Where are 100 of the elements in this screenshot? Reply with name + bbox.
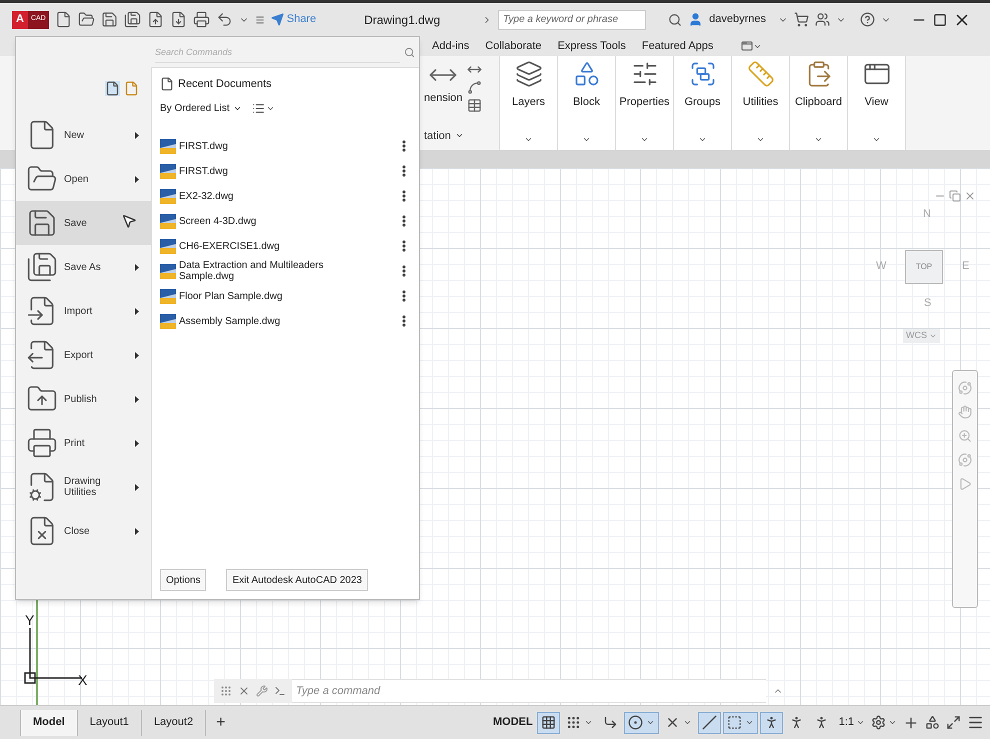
- floppy-disks-icon: [26, 251, 58, 283]
- menu-item[interactable]: Export: [16, 333, 151, 377]
- model-space-label[interactable]: MODEL: [492, 714, 533, 731]
- shapes-icon[interactable]: [572, 60, 600, 88]
- ribbon-button-label[interactable]: Utilities: [742, 94, 778, 110]
- menu-item[interactable]: Drawing Utilities: [16, 465, 151, 509]
- square-icon[interactable]: [722, 712, 758, 734]
- submenu-arrow-icon: [135, 132, 139, 138]
- caret-icon[interactable]: [698, 135, 707, 144]
- add-layout-button[interactable]: +: [205, 710, 236, 736]
- axis-label: X: [78, 671, 88, 690]
- ribbon-tab[interactable]: Express Tools: [550, 36, 634, 56]
- menu-icon[interactable]: [967, 714, 984, 731]
- menu-item[interactable]: Publish: [16, 377, 151, 421]
- panel-heading: Recent Documents: [178, 77, 272, 92]
- group-icon[interactable]: [688, 60, 716, 88]
- annotation-scale[interactable]: 1:1: [838, 714, 854, 731]
- grip-icon[interactable]: [220, 685, 232, 697]
- compass-label: S: [924, 296, 932, 311]
- customize-icon[interactable]: [254, 14, 265, 24]
- caret-icon[interactable]: [756, 135, 765, 144]
- open-documents-icon[interactable]: [124, 81, 139, 96]
- recent-file-link[interactable]: FIRST.dwg: [179, 140, 228, 152]
- submenu-arrow-icon: [135, 264, 139, 270]
- menu-item[interactable]: Close: [16, 509, 151, 553]
- ribbon-button-label[interactable]: Layers: [512, 94, 546, 110]
- menu-item[interactable]: Import: [16, 289, 151, 333]
- printer-icon[interactable]: [192, 11, 210, 28]
- search-icon[interactable]: [668, 12, 682, 26]
- ribbon-button-label[interactable]: Clipboard: [794, 94, 842, 110]
- undo-icon[interactable]: [216, 11, 233, 28]
- search-icon: [404, 46, 415, 58]
- settings-icon[interactable]: [871, 715, 886, 730]
- ribbon-tab[interactable]: Featured Apps: [634, 36, 722, 56]
- ribbon-tab[interactable]: Collaborate: [477, 36, 550, 56]
- menu-item[interactable]: Save As: [16, 245, 151, 289]
- user-name[interactable]: davebyrnes: [709, 11, 766, 28]
- recent-documents-icon[interactable]: [105, 81, 120, 96]
- table-icon[interactable]: [466, 98, 482, 113]
- folder-icon[interactable]: [78, 11, 95, 28]
- caret-icon[interactable]: [856, 718, 865, 727]
- caret-icon[interactable]: [582, 135, 591, 144]
- view-options-button[interactable]: [252, 102, 276, 114]
- ribbon-button-label[interactable]: Block: [573, 94, 600, 110]
- menu-item[interactable]: Save: [16, 201, 151, 245]
- command-input[interactable]: Type a command: [292, 679, 766, 703]
- caret-icon[interactable]: [524, 135, 533, 144]
- people-icon[interactable]: [815, 12, 830, 27]
- layout-tab[interactable]: Layout1: [76, 710, 141, 736]
- leader-icon[interactable]: [466, 80, 482, 95]
- sliders-icon[interactable]: [630, 60, 658, 88]
- restore-icon[interactable]: [949, 190, 961, 202]
- layout-tab[interactable]: Layout2: [140, 710, 206, 736]
- submenu-arrow-icon: [135, 528, 139, 534]
- floppy-disks-icon[interactable]: [124, 11, 141, 28]
- recent-file-link[interactable]: CH6-EXERCISE1.dwg: [179, 240, 280, 252]
- plus-icon[interactable]: [903, 714, 919, 730]
- layout-tab[interactable]: Model: [20, 710, 77, 736]
- caret-icon[interactable]: [814, 135, 823, 144]
- user-icon: [688, 12, 704, 27]
- file-upload-icon[interactable]: [146, 11, 164, 28]
- caret-icon[interactable]: [888, 718, 897, 727]
- recent-file-link[interactable]: Screen 4-3D.dwg: [179, 216, 256, 226]
- caret-icon[interactable]: [640, 135, 649, 144]
- slash-icon[interactable]: [698, 712, 721, 734]
- help-icon[interactable]: [860, 12, 876, 27]
- search-field[interactable]: Type a keyword or phrase: [498, 10, 646, 30]
- file-icon[interactable]: [54, 11, 72, 28]
- recent-file-link[interactable]: EX2-32.dwg: [179, 190, 234, 202]
- shapes-icon[interactable]: [925, 715, 940, 730]
- ribbon-button-label[interactable]: Properties: [619, 94, 670, 110]
- menu-item[interactable]: New: [16, 113, 151, 157]
- recent-file-link[interactable]: Data Extraction and Multileaders Sample.dwg: [179, 260, 357, 282]
- ribbon-button-label[interactable]: nension: [424, 90, 463, 106]
- file-download-icon[interactable]: [170, 11, 187, 28]
- panel-title[interactable]: tation: [424, 128, 499, 144]
- options-button[interactable]: Options: [160, 569, 206, 591]
- drawing-file-icon: [160, 214, 176, 228]
- compass-label: W: [876, 259, 886, 274]
- recent-file-link[interactable]: FIRST.dwg: [179, 166, 228, 176]
- maximize-icon[interactable]: [933, 12, 948, 26]
- menu-item[interactable]: Print: [16, 421, 151, 465]
- grid-icon[interactable]: [536, 712, 560, 734]
- caret-icon[interactable]: [872, 135, 881, 144]
- panel-toggle-icon[interactable]: [741, 40, 754, 52]
- submenu-arrow-icon: [135, 308, 139, 314]
- exit-button[interactable]: Exit Autodesk AutoCAD 2023: [226, 569, 368, 591]
- layers-icon[interactable]: [514, 60, 542, 88]
- sort-dropdown[interactable]: By Ordered List: [160, 100, 242, 116]
- prompt-icon[interactable]: [274, 685, 286, 697]
- figure-icon[interactable]: [760, 712, 783, 734]
- ribbon-button-label[interactable]: Groups: [684, 94, 721, 110]
- recent-file-link[interactable]: Assembly Sample.dwg: [179, 316, 280, 326]
- recent-file-link[interactable]: Floor Plan Sample.dwg: [179, 290, 282, 302]
- fullscreen-icon[interactable]: [946, 715, 961, 730]
- drawing-file-icon: [160, 314, 176, 328]
- ribbon-button-label[interactable]: View: [864, 94, 888, 110]
- ribbon-tab[interactable]: Add-ins: [424, 36, 478, 56]
- menu-item[interactable]: Open: [16, 157, 151, 201]
- cart-icon[interactable]: [794, 12, 810, 27]
